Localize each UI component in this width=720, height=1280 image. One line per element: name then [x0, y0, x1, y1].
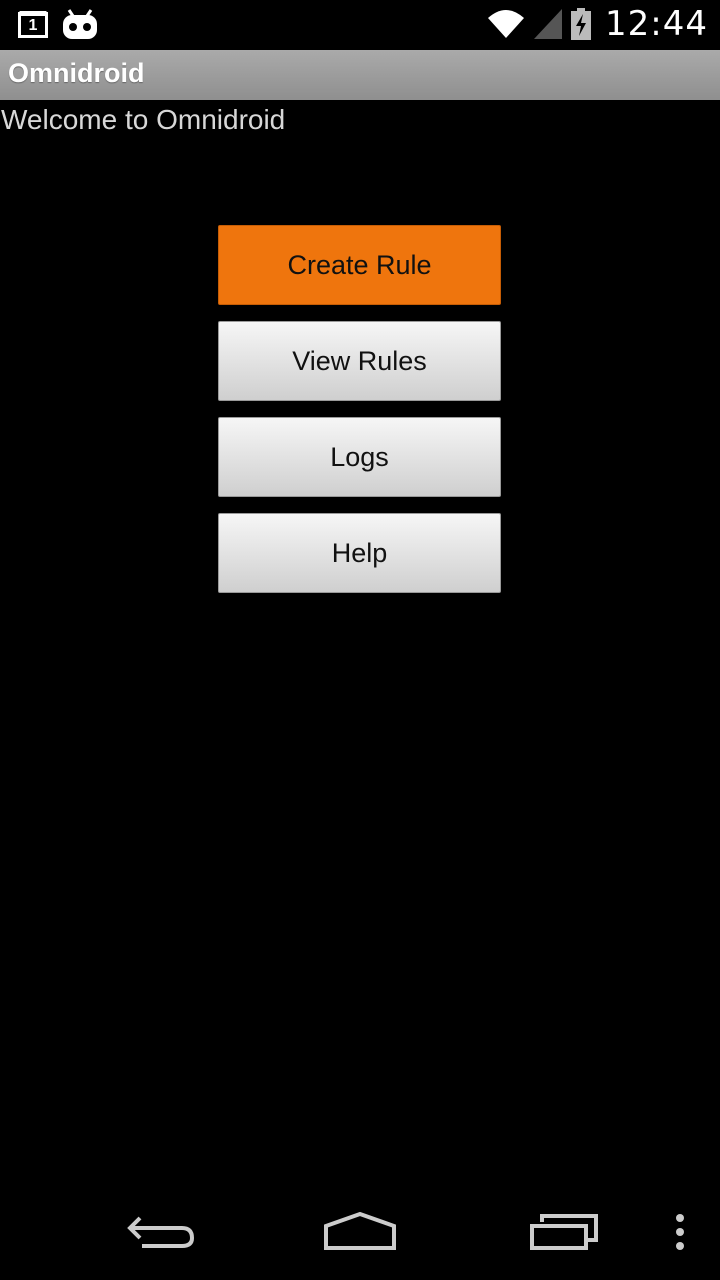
battery-charging-icon — [571, 8, 592, 40]
signal-icon — [533, 8, 563, 40]
view-rules-button[interactable]: View Rules — [218, 321, 501, 401]
wifi-icon — [487, 8, 525, 40]
cyanogenmod-icon — [62, 8, 98, 40]
overflow-menu-icon[interactable] — [664, 1200, 696, 1264]
calendar-notification-icon: 1 — [18, 10, 48, 38]
create-rule-button[interactable]: Create Rule — [218, 225, 501, 305]
help-button[interactable]: Help — [218, 513, 501, 593]
status-bar: 1 12:44 — [0, 0, 720, 50]
title-bar: Omnidroid — [0, 50, 720, 100]
calendar-badge-text: 1 — [28, 17, 38, 34]
navigation-bar — [0, 1184, 720, 1280]
logs-button[interactable]: Logs — [218, 417, 501, 497]
home-icon[interactable] — [318, 1200, 402, 1264]
welcome-text: Welcome to Omnidroid — [1, 104, 286, 135]
recent-apps-icon[interactable] — [522, 1200, 602, 1264]
app-title: Omnidroid — [8, 58, 145, 88]
status-time: 12:44 — [605, 4, 708, 44]
back-icon[interactable] — [120, 1200, 200, 1264]
